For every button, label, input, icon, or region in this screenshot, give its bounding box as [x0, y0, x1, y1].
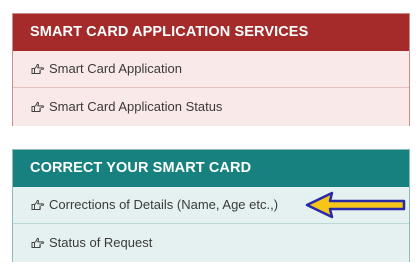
list-item-smart-card-application-status[interactable]: Smart Card Application Status	[13, 88, 409, 126]
hand-point-right-icon	[31, 199, 45, 211]
list-item-label: Status of Request	[49, 235, 153, 250]
arrow-left-icon	[304, 190, 408, 220]
list-item-smart-card-application[interactable]: Smart Card Application	[13, 51, 409, 88]
list-item-label: Smart Card Application Status	[49, 99, 223, 114]
hand-point-right-icon	[31, 101, 45, 113]
list-item-label: Corrections of Details (Name, Age etc.,)	[49, 197, 279, 212]
hand-point-right-icon	[31, 63, 45, 75]
smart-card-services-panel: SMART CARD APPLICATION SERVICES Smart Ca…	[12, 13, 410, 126]
correct-panel-heading: CORRECT YOUR SMART CARD	[13, 150, 409, 187]
list-item-status-of-request[interactable]: Status of Request	[13, 224, 409, 262]
list-item-label: Smart Card Application	[49, 61, 182, 76]
services-panel-heading: SMART CARD APPLICATION SERVICES	[13, 14, 409, 51]
hand-point-right-icon	[31, 237, 45, 249]
